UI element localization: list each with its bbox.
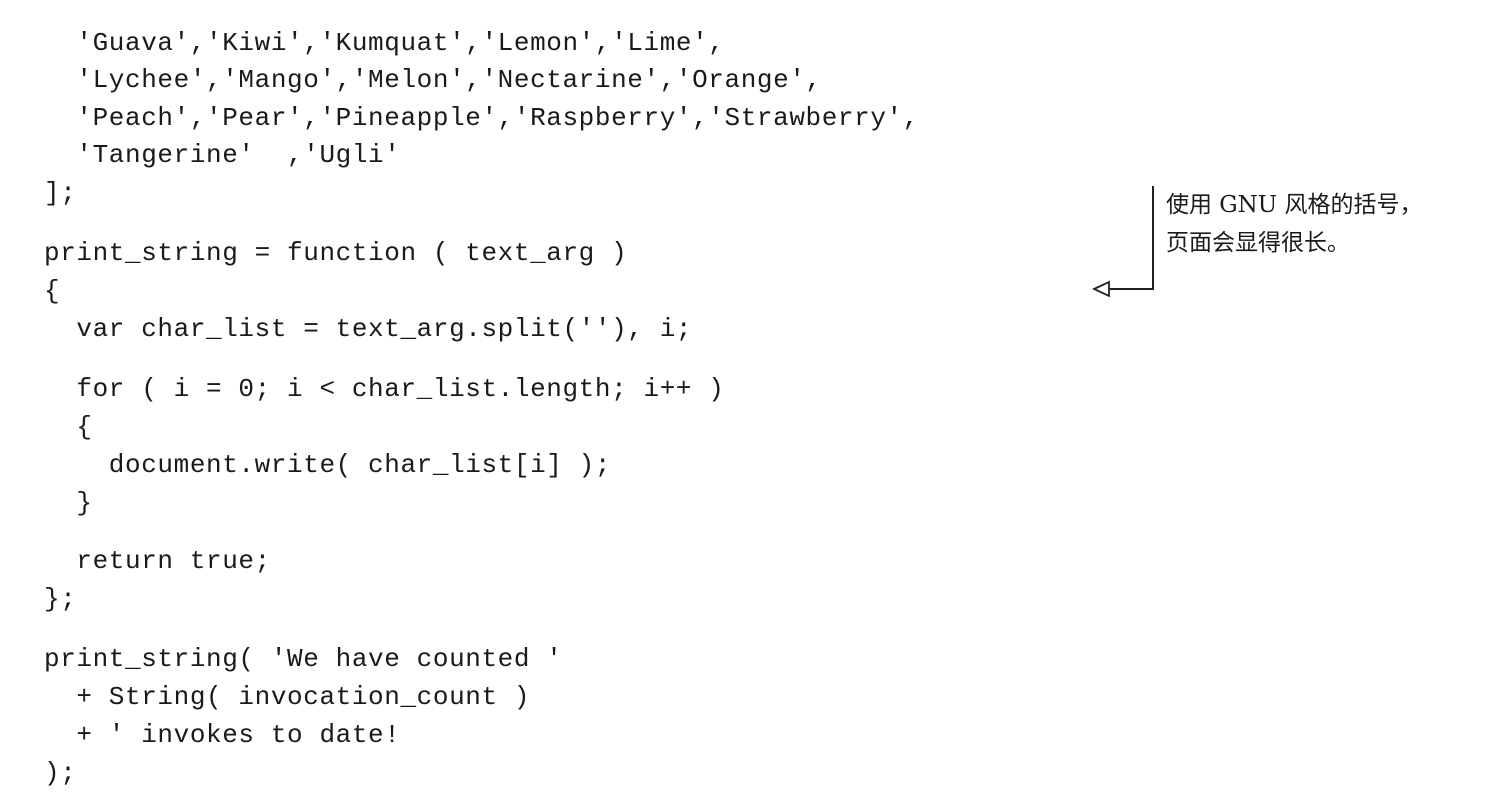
code-line-14: }; [44, 584, 77, 614]
callout-arrow-icon [1092, 280, 1110, 298]
annotation-line-1: 使用 GNU 风格的括号， [1166, 192, 1423, 218]
code-line-15: print_string( 'We have counted ' [44, 644, 563, 674]
code-line-18: ); [44, 758, 77, 788]
code-page: 'Guava','Kiwi','Kumquat','Lemon','Lime',… [0, 0, 1488, 800]
code-line-13: return true; [44, 546, 271, 576]
callout-horizontal-line [1108, 288, 1154, 290]
annotation-line-2: 页面会显得很长。 [1166, 230, 1350, 256]
code-line-17: + ' invokes to date! [44, 720, 401, 750]
code-line-5: ]; [44, 178, 77, 208]
code-line-3: 'Peach','Pear','Pineapple','Raspberry','… [44, 103, 919, 133]
code-line-4: 'Tangerine' ,'Ugli' [44, 140, 401, 170]
code-line-11: document.write( char_list[i] ); [44, 450, 612, 480]
code-line-9: for ( i = 0; i < char_list.length; i++ ) [44, 374, 725, 404]
callout-vertical-line [1152, 186, 1154, 290]
code-line-16: + String( invocation_count ) [44, 682, 531, 712]
code-line-6: print_string = function ( text_arg ) [44, 238, 628, 268]
code-line-12: } [44, 488, 93, 518]
code-line-8: var char_list = text_arg.split(''), i; [44, 314, 693, 344]
code-annotation: 使用 GNU 风格的括号， 页面会显得很长。 [1166, 186, 1476, 262]
code-line-2: 'Lychee','Mango','Melon','Nectarine','Or… [44, 65, 822, 95]
code-line-10: { [44, 412, 93, 442]
code-line-7: { [44, 276, 61, 306]
code-line-1: 'Guava','Kiwi','Kumquat','Lemon','Lime', [44, 28, 725, 58]
